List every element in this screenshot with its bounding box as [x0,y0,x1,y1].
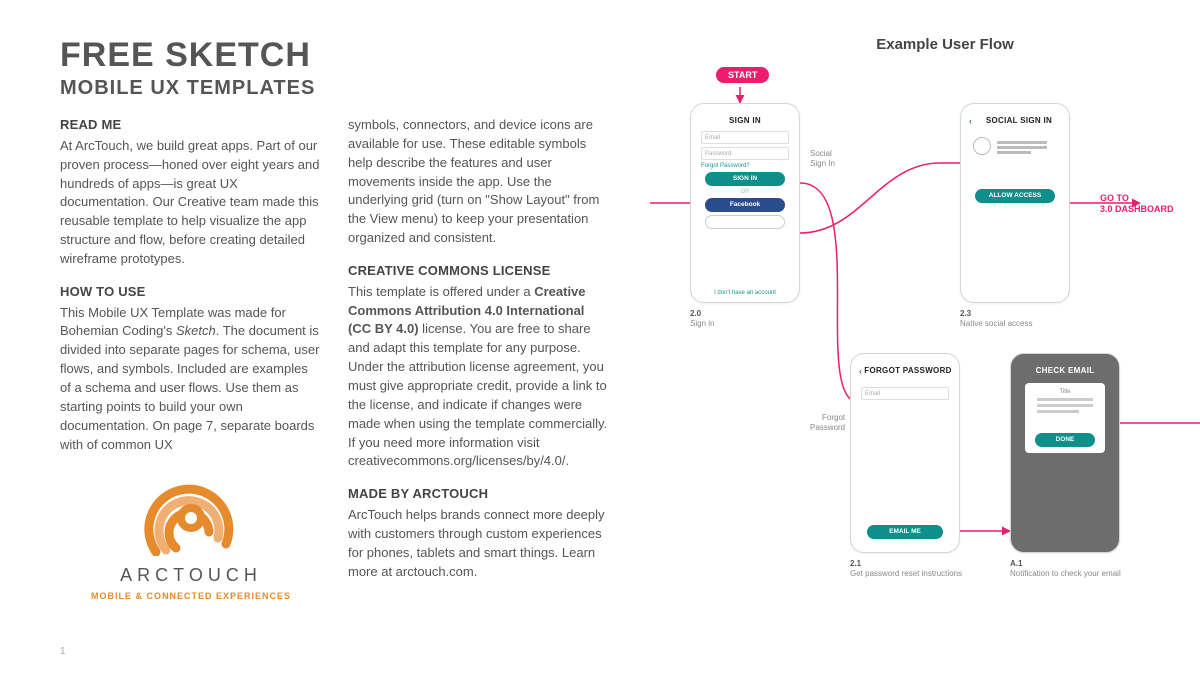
page-title: FREE SKETCH [60,36,620,75]
arctouch-logo: ARCTOUCH MOBILE & CONNECTED EXPERIENCES [60,464,322,603]
forgot-emailme-button: EMAIL ME [867,525,943,539]
check-done-button: DONE [1035,433,1095,447]
social-allow-button: ALLOW ACCESS [975,189,1055,203]
check-caption: A.1Notification to check your email [1010,559,1121,578]
license-heading: CREATIVE COMMONS LICENSE [348,262,610,281]
social-caption: 2.3Native social access [960,309,1032,328]
side-label-forgot: Forgot Password [810,413,845,432]
flow-title: Example User Flow [730,36,1160,53]
page-number: 1 [60,646,66,657]
screen-signin: SIGN IN Email Password Forgot Password? … [690,103,800,303]
howto-continued: symbols, connectors, and device icons ar… [348,116,610,248]
signin-password-field: Password [701,147,789,160]
made-body: ArcTouch helps brands connect more deepl… [348,506,610,581]
side-label-social: Social Sign In [810,149,835,168]
screen-forgot: ‹ FORGOT PASSWORD Email EMAIL ME [850,353,960,553]
social-title: SOCIAL SIGN IN [975,116,1063,125]
signin-title: SIGN IN [697,116,793,125]
screen-check-email: CHECK EMAIL Title DONE [1010,353,1120,553]
readme-body: At ArcTouch, we build great apps. Part o… [60,137,322,269]
signin-email-field: Email [701,131,789,144]
text-content: FREE SKETCH MOBILE UX TEMPLATES READ ME … [60,36,620,655]
license-body: This template is offered under a Creativ… [348,283,610,471]
forgot-title: FORGOT PASSWORD [863,366,953,375]
logo-icon [136,464,246,556]
signin-noaccount-link: I don't have an account [691,290,799,296]
start-badge: START [716,67,769,83]
howto-body: This Mobile UX Template was made for Boh… [60,304,322,455]
logo-name: ARCTOUCH [60,562,322,588]
avatar-icon [973,137,991,155]
signin-or: OR [697,189,793,195]
goto-dashboard-label: GO TO 3.0 DASHBOARD [1100,193,1174,215]
back-icon: ‹ [859,366,862,376]
page-subtitle: MOBILE UX TEMPLATES [60,77,620,100]
check-card: Title DONE [1025,383,1105,453]
column-right: symbols, connectors, and device icons ar… [348,116,610,603]
forgot-email-field: Email [861,387,949,400]
readme-heading: READ ME [60,116,322,135]
check-title: CHECK EMAIL [1017,366,1113,375]
screen-social: ‹ SOCIAL SIGN IN ALLOW ACCESS [960,103,1070,303]
signin-forgot-link: Forgot Password? [701,163,789,169]
text-lines-icon [997,139,1047,156]
made-heading: MADE BY ARCTOUCH [348,485,610,504]
signin-caption: 2.0Sign in [690,309,714,328]
check-card-title: Title [1031,389,1099,395]
signin-facebook-button: Facebook [705,198,785,212]
signin-button: SIGN IN [705,172,785,186]
flow-diagram: Example User Flow [650,36,1160,655]
howto-heading: HOW TO USE [60,283,322,302]
logo-tagline: MOBILE & CONNECTED EXPERIENCES [60,590,322,603]
back-icon: ‹ [969,116,972,126]
column-left: READ ME At ArcTouch, we build great apps… [60,116,322,603]
forgot-caption: 2.1Get password reset instructions [850,559,962,578]
signin-google-button: Google [705,215,785,229]
